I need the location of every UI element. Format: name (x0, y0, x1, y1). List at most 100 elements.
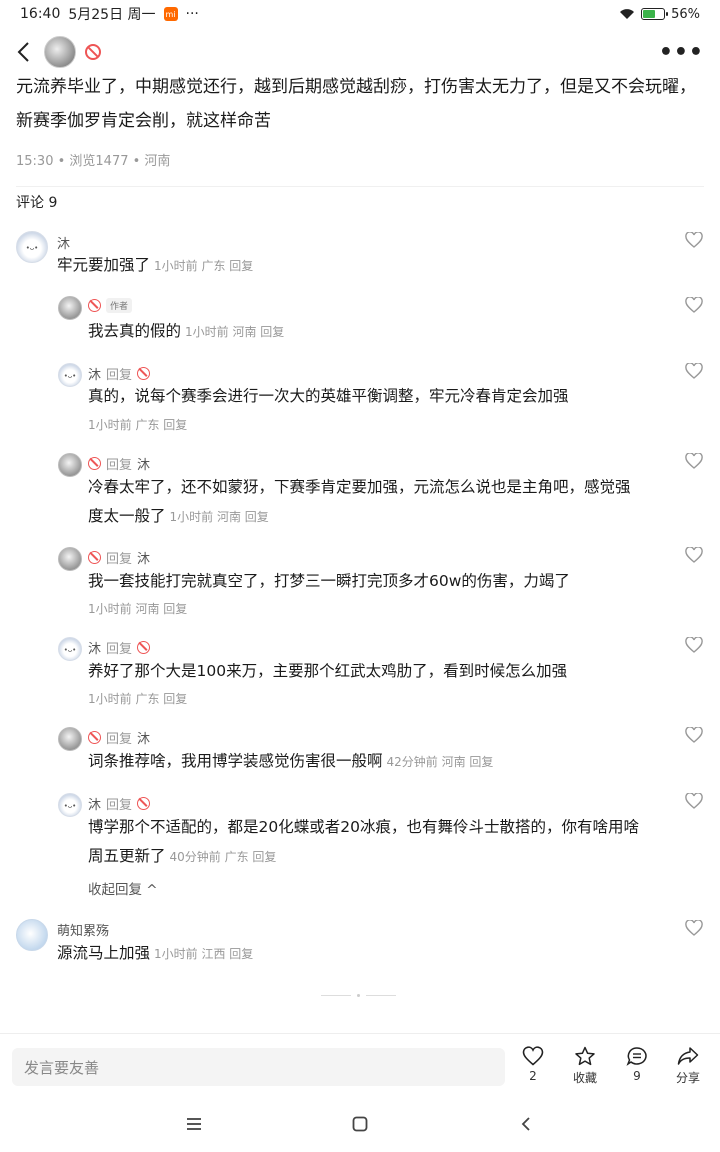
star-icon (575, 1046, 595, 1066)
banned-name-icon (137, 797, 151, 810)
commenter-avatar[interactable] (16, 231, 48, 263)
reply-to-word: 回复 (106, 732, 133, 747)
reply-avatar[interactable] (58, 793, 82, 817)
comment-button[interactable]: 9 (617, 1046, 657, 1083)
author-avatar[interactable] (44, 36, 76, 68)
battery-icon (641, 8, 669, 20)
banned-name-icon (88, 551, 101, 564)
reply-to-word: 回复 (106, 642, 133, 657)
end-of-list-marker (321, 994, 396, 997)
reply-avatar[interactable] (58, 363, 82, 387)
reply-name[interactable]: 沐回复 (88, 638, 151, 657)
share-label: 分享 (675, 1071, 700, 1085)
banned-name-icon (88, 299, 101, 312)
back-button[interactable] (16, 37, 36, 67)
heart-icon (522, 1046, 544, 1066)
like-count: 2 (529, 1069, 537, 1083)
like-heart-icon[interactable] (685, 232, 703, 248)
reply-meta[interactable]: 1小时前 河南 回复 (185, 325, 284, 339)
commenter-avatar[interactable] (16, 919, 48, 951)
post-body: 元流养毕业了，中期感觉还行，越到后期感觉越刮痧，打伤害太无力了，但是又不会玩曜，… (16, 77, 696, 131)
reply-avatar[interactable] (58, 727, 82, 751)
favorite-button[interactable]: 收藏 (565, 1046, 605, 1086)
status-time: 16:40 (20, 6, 61, 22)
comment-meta[interactable]: 1小时前 江西 回复 (154, 947, 253, 961)
like-heart-icon[interactable] (685, 453, 703, 469)
menu-nav-button[interactable] (182, 1112, 206, 1136)
share-button[interactable]: 分享 (668, 1046, 708, 1086)
like-heart-icon[interactable] (685, 793, 703, 809)
reply-target-name: 沐 (137, 552, 151, 567)
author-badge: 作者 (106, 298, 133, 313)
reply-meta[interactable]: 1小时前 广东 回复 (88, 416, 187, 433)
comment-meta[interactable]: 1小时前 广东 回复 (154, 259, 253, 273)
reply-name[interactable]: 回复沐 (88, 454, 150, 473)
banned-name-icon (85, 44, 101, 60)
reply-text: 我一套技能打完就真空了，打梦三一瞬打完顶多才60w的伤害，力竭了 (88, 572, 570, 590)
mi-app-icon: mi (163, 7, 178, 21)
comment-body: 源流马上加强 (57, 944, 151, 962)
divider (0, 1033, 720, 1034)
collapse-replies-button[interactable]: 收起回复 ^ (88, 878, 158, 898)
like-heart-icon[interactable] (685, 363, 703, 379)
wifi-icon (620, 9, 635, 19)
divider (16, 186, 704, 187)
notification-more-icon: ··· (185, 6, 199, 22)
back-chevron-icon (521, 1117, 530, 1131)
banned-name-icon (88, 731, 101, 744)
reply-avatar[interactable] (58, 637, 82, 661)
reply-avatar[interactable] (58, 547, 82, 571)
reply-body: 词条推荐啥，我用博学装感觉伤害很一般啊 (88, 752, 383, 770)
reply-text: 我去真的假的 1小时前 河南 回复 (88, 316, 284, 347)
post-meta: 15:30 • 浏览1477 • 河南 (16, 154, 171, 169)
like-heart-icon[interactable] (685, 297, 703, 313)
favorite-label: 收藏 (572, 1071, 597, 1085)
comment-input[interactable]: 发言要友善 (12, 1048, 505, 1086)
more-options-button[interactable]: ••• (659, 40, 704, 65)
reply-author-name: 沐 (88, 798, 102, 813)
comment-count: 9 (633, 1069, 641, 1083)
reply-avatar[interactable] (58, 296, 82, 320)
reply-avatar[interactable] (58, 453, 82, 477)
commenter-name[interactable]: 萌知累殇 (57, 920, 109, 939)
back-arrow-icon (17, 42, 29, 62)
back-nav-button[interactable] (514, 1112, 538, 1136)
like-heart-icon[interactable] (685, 727, 703, 743)
reply-to-word: 回复 (106, 458, 133, 473)
banned-name-icon (88, 457, 101, 470)
like-button[interactable]: 2 (513, 1046, 553, 1083)
battery-percent: 56% (671, 6, 700, 22)
reply-name[interactable]: 回复沐 (88, 548, 150, 567)
reply-text: 词条推荐啥，我用博学装感觉伤害很一般啊 42分钟前 河南 回复 (88, 746, 493, 777)
home-square-icon (352, 1116, 368, 1132)
reply-meta[interactable]: 1小时前 河南 回复 (170, 510, 269, 524)
reply-meta[interactable]: 42分钟前 河南 回复 (387, 755, 494, 769)
share-icon (677, 1047, 699, 1065)
reply-name[interactable]: 回复沐 (88, 728, 150, 747)
status-bar: 16:40 5月25日 周一 mi ··· 56% (0, 0, 720, 28)
banned-name-icon (137, 641, 151, 654)
like-heart-icon[interactable] (685, 920, 703, 936)
reply-name[interactable]: 沐回复 (88, 794, 151, 813)
comment-icon (626, 1047, 647, 1066)
reply-text-line2: 周五更新了 40分钟前 广东 回复 (88, 841, 276, 872)
comment-text: 源流马上加强 1小时前 江西 回复 (57, 938, 253, 969)
reply-meta[interactable]: 40分钟前 广东 回复 (170, 850, 277, 864)
home-nav-button[interactable] (348, 1112, 372, 1136)
banned-name-icon (137, 367, 151, 380)
reply-target-name: 沐 (137, 732, 151, 747)
reply-to-word: 回复 (106, 798, 133, 813)
like-heart-icon[interactable] (685, 637, 703, 653)
reply-meta[interactable]: 1小时前 广东 回复 (88, 690, 187, 707)
menu-icon (187, 1118, 201, 1130)
like-heart-icon[interactable] (685, 547, 703, 563)
comment-count-title: 评论 9 (16, 195, 58, 211)
status-date: 5月25日 周一 (68, 7, 156, 23)
reply-text: 养好了那个大是100来万，主要那个红武太鸡肋了，看到时候怎么加强 (88, 662, 568, 680)
reply-name[interactable]: 作者 (88, 298, 133, 313)
reply-text: 真的，说每个赛季会进行一次大的英雄平衡调整，牢元冷春肯定会加强 (88, 387, 569, 405)
reply-text: 博学那个不适配的，都是20化蝶或者20冰痕，也有舞伶斗士散搭的，你有啥用啥 (88, 818, 639, 836)
comment-text: 牢元要加强了 1小时前 广东 回复 (57, 250, 253, 281)
reply-meta[interactable]: 1小时前 河南 回复 (88, 600, 187, 617)
system-nav-bar (0, 1112, 720, 1144)
